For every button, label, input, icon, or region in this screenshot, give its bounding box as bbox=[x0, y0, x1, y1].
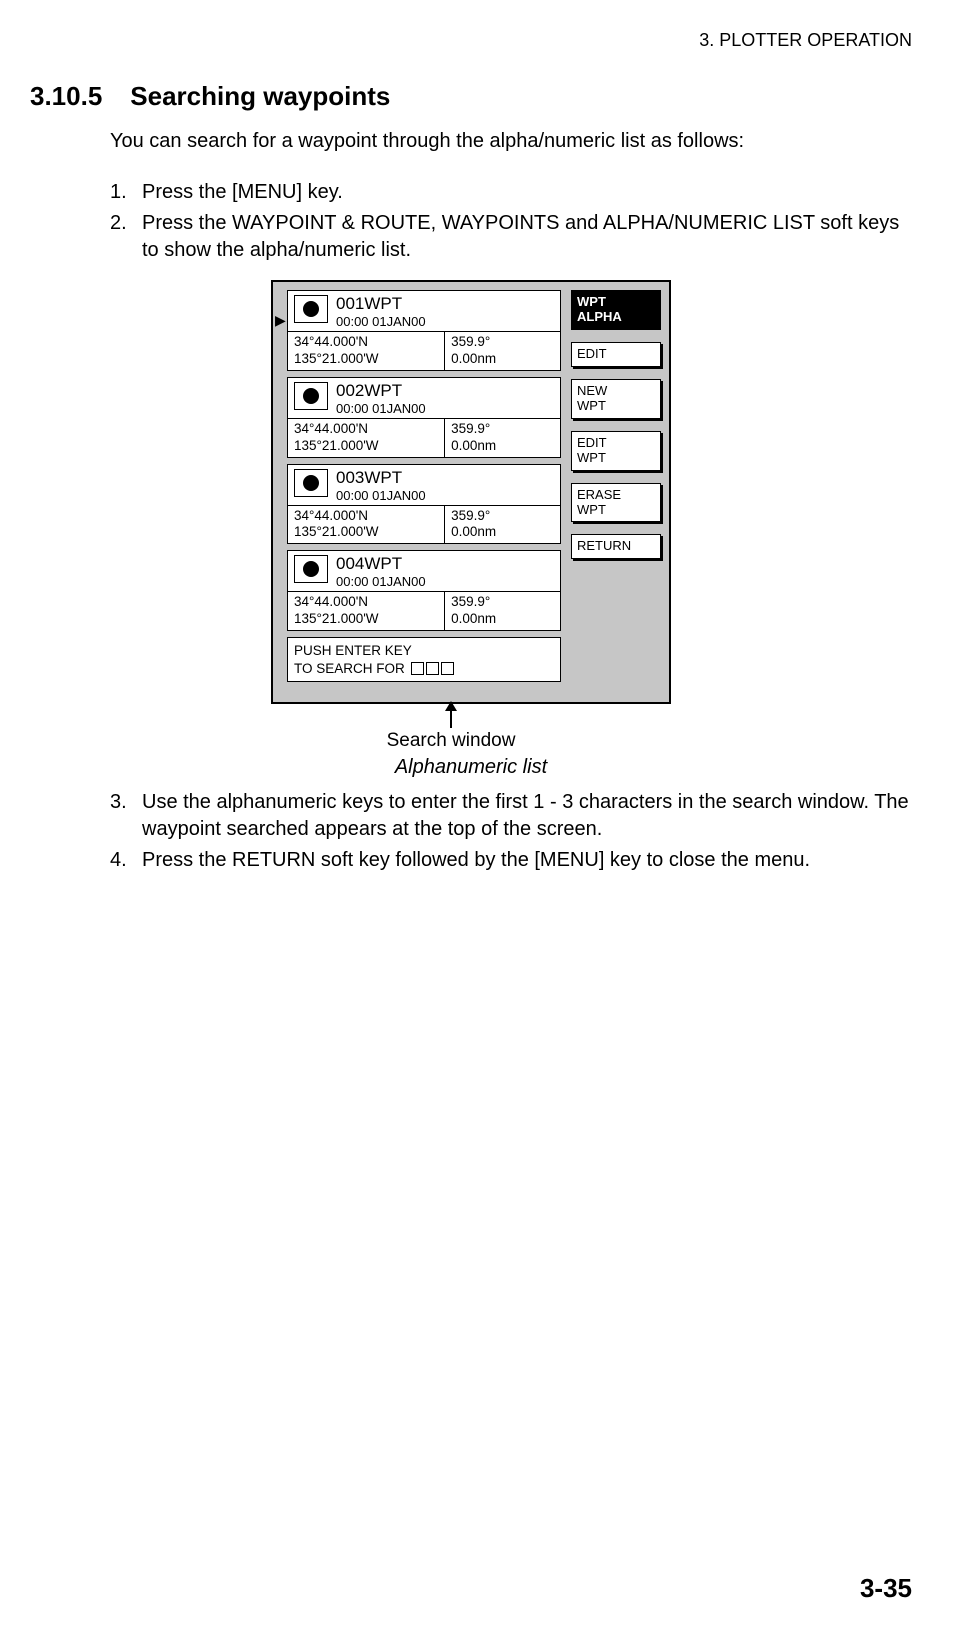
softkey-edit-wpt[interactable]: EDIT WPT bbox=[571, 431, 661, 471]
callout-arrow-icon bbox=[450, 702, 452, 728]
waypoint-timestamp: 00:00 01JAN00 bbox=[336, 488, 426, 503]
softkey-return[interactable]: RETURN bbox=[571, 534, 661, 559]
page-number: 3-35 bbox=[860, 1573, 912, 1604]
waypoint-bearing-distance: 359.9°0.00nm bbox=[445, 592, 560, 630]
step-text: Use the alphanumeric keys to enter the f… bbox=[142, 789, 912, 843]
waypoint-card[interactable]: 002WPT 00:00 01JAN00 34°44.000'N135°21.0… bbox=[287, 377, 561, 458]
waypoint-symbol-icon bbox=[294, 382, 328, 410]
waypoint-coords: 34°44.000'N135°21.000'W bbox=[288, 332, 445, 370]
waypoint-symbol-icon bbox=[294, 555, 328, 583]
waypoint-symbol-icon bbox=[294, 295, 328, 323]
waypoint-coords: 34°44.000'N135°21.000'W bbox=[288, 592, 445, 630]
softkey-edit[interactable]: EDIT bbox=[571, 342, 661, 367]
waypoint-bearing-distance: 359.9°0.00nm bbox=[445, 332, 560, 370]
waypoint-timestamp: 00:00 01JAN00 bbox=[336, 314, 426, 329]
search-char-boxes[interactable] bbox=[411, 662, 454, 675]
callout: Search window bbox=[387, 702, 516, 752]
steps-before: 1.Press the [MENU] key. 2.Press the WAYP… bbox=[110, 179, 912, 264]
waypoint-list: ▶ 001WPT 00:00 01JAN00 34°44.000'N135°21… bbox=[287, 290, 561, 682]
figure: ▶ 001WPT 00:00 01JAN00 34°44.000'N135°21… bbox=[30, 280, 912, 779]
section-title: 3.10.5 Searching waypoints bbox=[30, 81, 912, 112]
softkey-wpt-alpha[interactable]: WPT ALPHA bbox=[571, 290, 661, 330]
steps-after: 3.Use the alphanumeric keys to enter the… bbox=[110, 789, 912, 874]
step-text: Press the WAYPOINT & ROUTE, WAYPOINTS an… bbox=[142, 210, 912, 264]
waypoint-card[interactable]: 003WPT 00:00 01JAN00 34°44.000'N135°21.0… bbox=[287, 464, 561, 545]
waypoint-bearing-distance: 359.9°0.00nm bbox=[445, 506, 560, 544]
waypoint-bearing-distance: 359.9°0.00nm bbox=[445, 419, 560, 457]
softkey-column: WPT ALPHA EDIT NEW WPT EDIT WPT ERASE WP… bbox=[571, 290, 661, 682]
waypoint-coords: 34°44.000'N135°21.000'W bbox=[288, 419, 445, 457]
waypoint-timestamp: 00:00 01JAN00 bbox=[336, 574, 426, 589]
waypoint-symbol-icon bbox=[294, 469, 328, 497]
figure-caption: Alphanumeric list bbox=[395, 756, 547, 779]
softkey-new-wpt[interactable]: NEW WPT bbox=[571, 379, 661, 419]
search-prompt-line1: PUSH ENTER KEY bbox=[294, 642, 554, 660]
step-num: 4. bbox=[110, 847, 142, 874]
section-number: 3.10.5 bbox=[30, 81, 102, 111]
device-screen: ▶ 001WPT 00:00 01JAN00 34°44.000'N135°21… bbox=[271, 280, 671, 704]
softkey-erase-wpt[interactable]: ERASE WPT bbox=[571, 483, 661, 523]
waypoint-card[interactable]: 004WPT 00:00 01JAN00 34°44.000'N135°21.0… bbox=[287, 550, 561, 631]
waypoint-name: 001WPT bbox=[336, 295, 426, 312]
search-input-box[interactable]: PUSH ENTER KEY TO SEARCH FOR bbox=[287, 637, 561, 682]
step-num: 1. bbox=[110, 179, 142, 206]
waypoint-name: 004WPT bbox=[336, 555, 426, 572]
chapter-header: 3. PLOTTER OPERATION bbox=[30, 30, 912, 51]
waypoint-name: 003WPT bbox=[336, 469, 426, 486]
step-num: 3. bbox=[110, 789, 142, 843]
cursor-arrow-icon: ▶ bbox=[275, 312, 286, 329]
step-text: Press the [MENU] key. bbox=[142, 179, 912, 206]
waypoint-timestamp: 00:00 01JAN00 bbox=[336, 401, 426, 416]
waypoint-coords: 34°44.000'N135°21.000'W bbox=[288, 506, 445, 544]
step-text: Press the RETURN soft key followed by th… bbox=[142, 847, 912, 874]
waypoint-name: 002WPT bbox=[336, 382, 426, 399]
step-num: 2. bbox=[110, 210, 142, 264]
intro-text: You can search for a waypoint through th… bbox=[110, 128, 912, 155]
waypoint-card[interactable]: 001WPT 00:00 01JAN00 34°44.000'N135°21.0… bbox=[287, 290, 561, 371]
callout-label: Search window bbox=[387, 730, 516, 752]
section-heading: Searching waypoints bbox=[130, 81, 390, 111]
search-prompt-line2: TO SEARCH FOR bbox=[294, 660, 405, 678]
